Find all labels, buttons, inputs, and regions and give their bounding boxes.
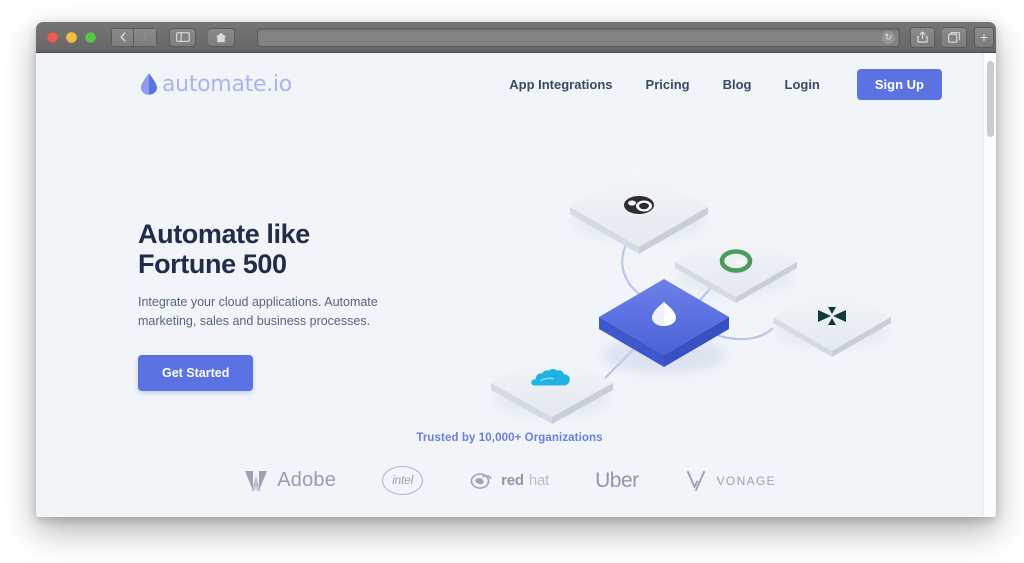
maximize-window-button[interactable]	[85, 31, 96, 43]
tile-hubspot	[675, 227, 797, 303]
screenshot-root: ↻ + automate.io App Integrations Pricing…	[0, 0, 1024, 563]
browser-window: ↻ + automate.io App Integrations Pricing…	[36, 22, 996, 517]
brand-redhat-label-light: hat	[528, 472, 550, 489]
brand-vonage: VONAGE	[685, 469, 776, 493]
nav-link-pricing[interactable]: Pricing	[646, 77, 690, 92]
home-button[interactable]	[208, 27, 235, 47]
brand-uber: Uber	[595, 469, 639, 493]
minimize-window-button[interactable]	[66, 31, 77, 43]
sidebar-toggle-button[interactable]	[169, 27, 196, 47]
chevron-left-icon	[120, 32, 126, 42]
share-icon	[917, 31, 928, 43]
close-window-button[interactable]	[47, 31, 58, 43]
tile-xero	[773, 283, 891, 357]
hero-copy: Automate like Fortune 500 Integrate your…	[138, 109, 438, 439]
tile-app-dark	[570, 167, 708, 254]
brand-intel-label: intel	[392, 473, 414, 487]
site-logo[interactable]: automate.io	[138, 72, 292, 97]
site-nav: App Integrations Pricing Blog Login Sign…	[509, 68, 942, 100]
new-tab-button[interactable]: +	[974, 26, 994, 48]
tab-overview-button[interactable]	[942, 26, 967, 48]
page-scrollbar[interactable]	[983, 53, 996, 517]
nav-link-blog[interactable]: Blog	[723, 77, 752, 92]
isometric-integration-illustration	[456, 159, 926, 449]
sidebar-icon	[175, 32, 190, 42]
chevron-right-icon	[142, 32, 148, 42]
back-button[interactable]	[111, 27, 134, 47]
site-logo-text: automate.io	[162, 71, 292, 97]
integration-flow-diagram	[491, 167, 891, 424]
titlebar-right-controls: +	[910, 26, 994, 48]
adobe-a-icon	[245, 470, 268, 491]
brand-redhat-label-bold: red	[501, 472, 524, 489]
brand-adobe-label: Adobe	[277, 469, 337, 491]
trusted-by-label: Trusted by 10,000+ Organizations	[416, 432, 603, 444]
page-viewport: automate.io App Integrations Pricing Blo…	[36, 53, 996, 517]
navigation-buttons	[111, 27, 157, 47]
page-scrollbar-thumb[interactable]	[987, 61, 994, 137]
get-started-button[interactable]: Get Started	[138, 355, 254, 392]
site-header: automate.io App Integrations Pricing Blo…	[36, 53, 996, 109]
brand-adobe: Adobe	[243, 469, 336, 493]
app-dark-icon	[624, 196, 654, 214]
droplet-icon	[141, 73, 157, 95]
forward-button[interactable]	[134, 27, 157, 47]
brand-intel: intel	[382, 466, 424, 495]
tile-salesforce	[491, 349, 613, 424]
tile-automate-center	[599, 279, 729, 374]
vonage-v-icon	[686, 470, 705, 491]
brand-uber-label: Uber	[595, 468, 639, 492]
nav-link-app-integrations[interactable]: App Integrations	[509, 77, 612, 92]
home-icon	[215, 32, 227, 42]
redhat-shadowman-icon	[470, 472, 492, 489]
brand-vonage-label: VONAGE	[716, 473, 776, 488]
hero-section: Automate like Fortune 500 Integrate your…	[36, 109, 996, 439]
tab-overview-icon	[948, 31, 960, 43]
sign-up-button[interactable]: Sign Up	[856, 68, 942, 100]
customer-logo-strip: Adobe intel red hat Uber VONAGE	[36, 466, 983, 495]
browser-titlebar: ↻ +	[36, 22, 996, 53]
intel-oval-icon: intel	[382, 466, 424, 495]
brand-redhat: red hat	[469, 471, 549, 491]
window-controls	[47, 31, 96, 43]
address-bar[interactable]: ↻	[257, 27, 900, 47]
trust-band: Trusted by 10,000+ Organizations Adobe i…	[36, 432, 983, 517]
share-button[interactable]	[910, 26, 935, 48]
page-title: Automate like Fortune 500	[138, 219, 310, 280]
hero-subheadline: Integrate your cloud applications. Autom…	[138, 295, 378, 329]
nav-link-login[interactable]: Login	[785, 77, 820, 92]
reload-icon[interactable]: ↻	[882, 30, 895, 44]
